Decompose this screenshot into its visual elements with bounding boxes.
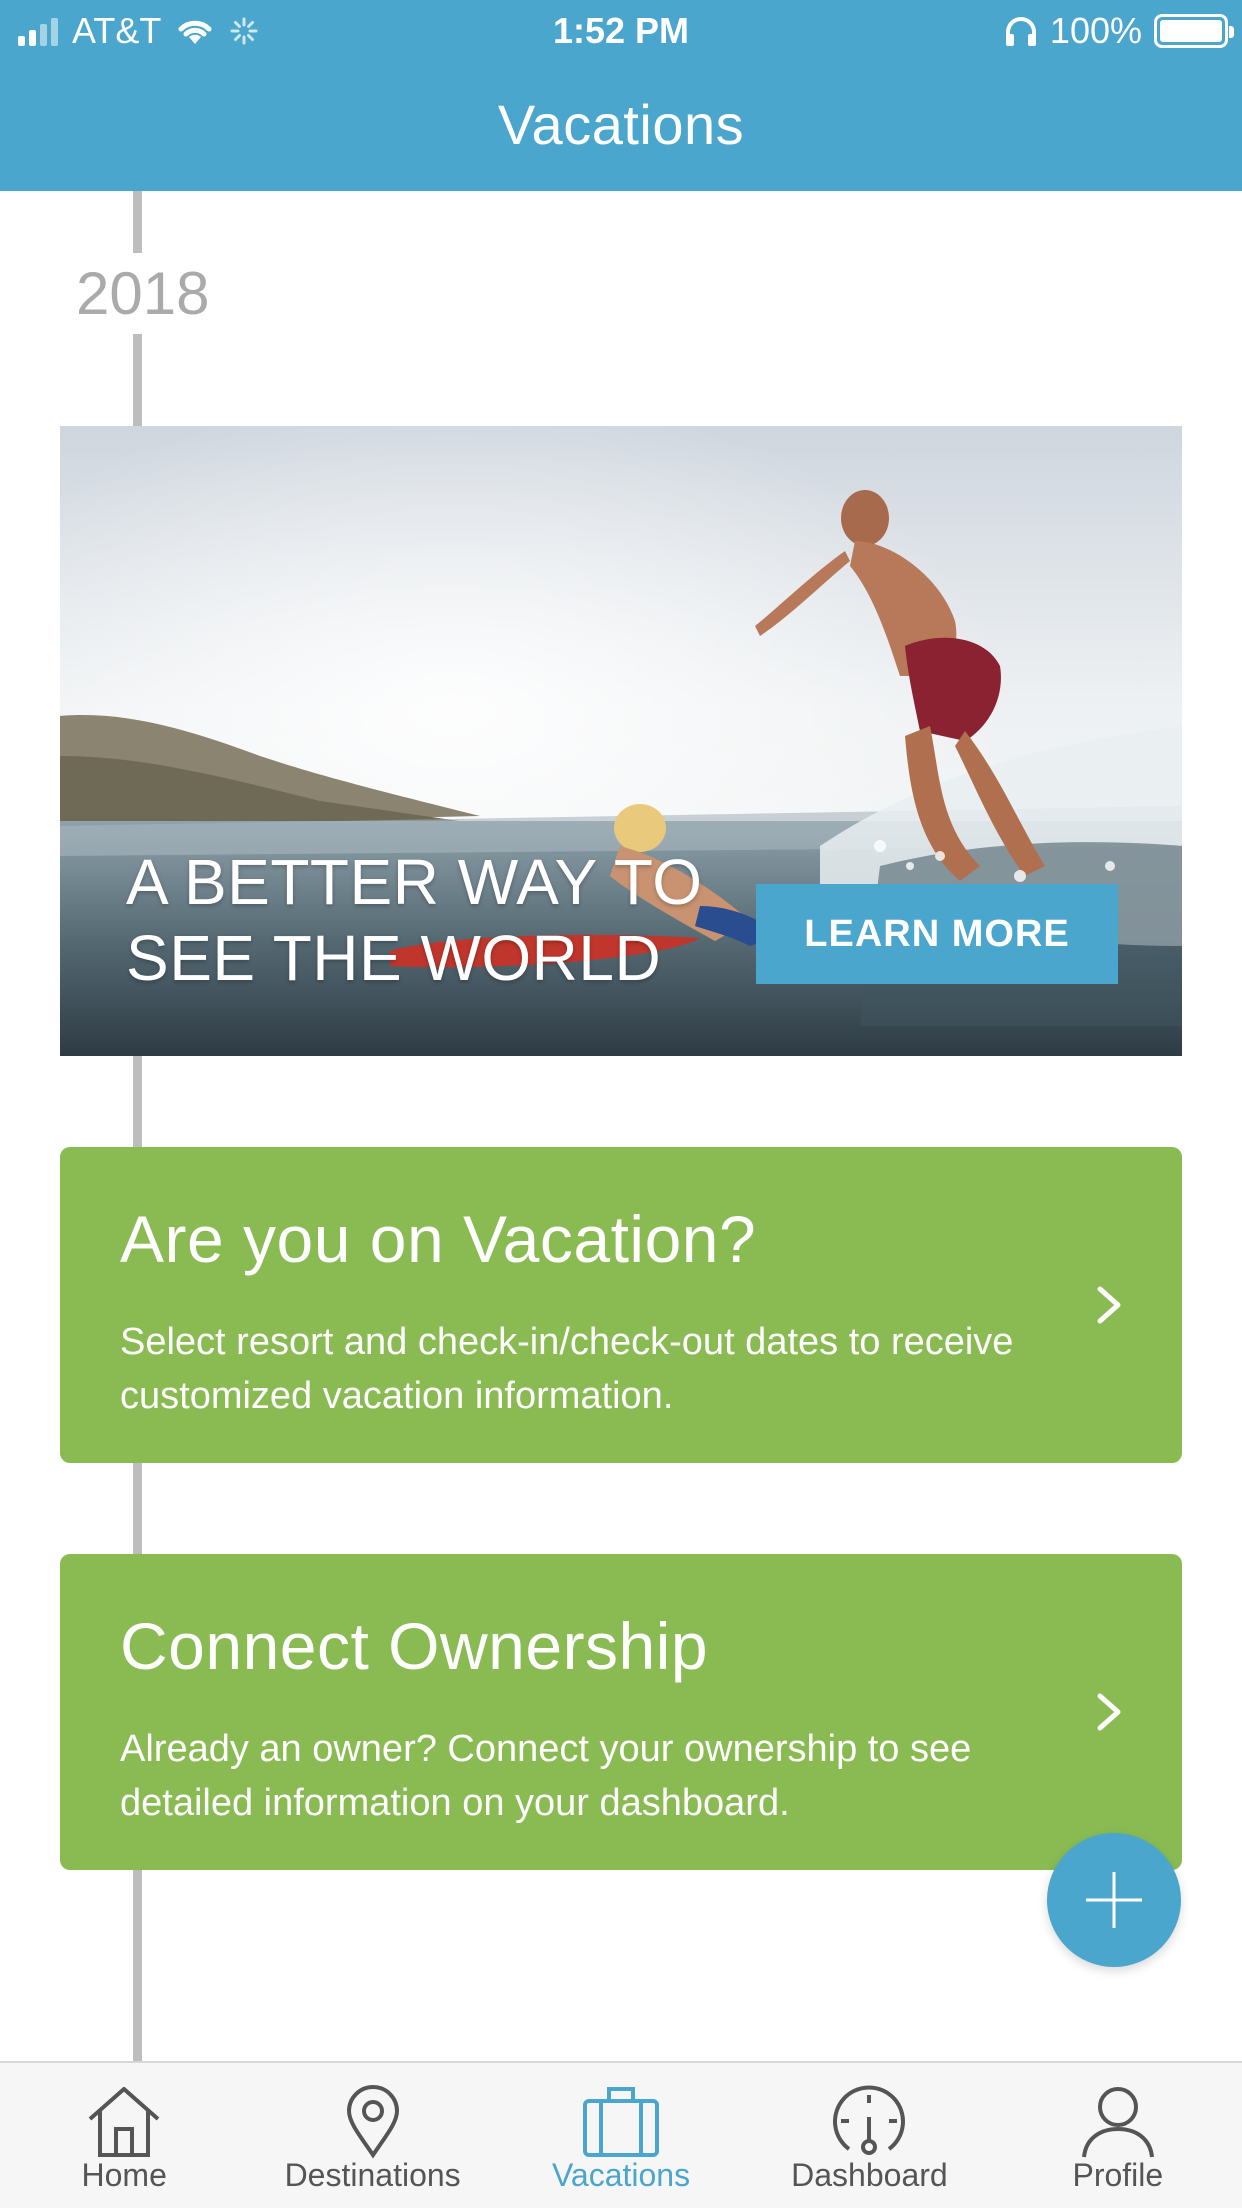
map-pin-icon: [346, 2085, 399, 2159]
tab-label: Home: [81, 2157, 167, 2193]
person-icon: [1081, 2087, 1154, 2158]
tab-dashboard[interactable]: Dashboard: [745, 2063, 993, 2208]
add-button[interactable]: [1047, 1833, 1181, 1967]
chevron-right-icon: [1097, 1693, 1121, 1731]
tab-bar: Home Destinations Vacations Dashboard Pr…: [0, 2061, 1242, 2208]
home-icon: [88, 2087, 160, 2157]
promo-headline: A BETTER WAY TO SEE THE WORLD: [126, 844, 766, 996]
app-header: AT&T 1:52 PM 100% Vacations: [0, 0, 1242, 191]
tab-label: Dashboard: [791, 2157, 948, 2193]
suitcase-icon: [583, 2087, 660, 2157]
chevron-right-icon: [1097, 1286, 1121, 1324]
gauge-icon: [833, 2085, 906, 2155]
battery-percent: 100%: [1049, 10, 1142, 51]
promo-headline-line1: A BETTER WAY TO: [126, 846, 703, 918]
tab-label: Profile: [1072, 2157, 1164, 2193]
promo-headline-line2: SEE THE WORLD: [126, 922, 662, 994]
tab-destinations[interactable]: Destinations: [248, 2063, 496, 2208]
promo-banner[interactable]: A BETTER WAY TO SEE THE WORLD LEARN MORE: [60, 426, 1182, 1056]
tab-label: Vacations: [551, 2157, 691, 2193]
card-description: Select resort and check-in/check-out dat…: [120, 1321, 1014, 1417]
status-bar: AT&T 1:52 PM 100%: [0, 0, 1242, 62]
vacation-checkin-card[interactable]: Are you on Vacation? Select resort and c…: [60, 1147, 1182, 1463]
tab-home[interactable]: Home: [0, 2063, 248, 2208]
tab-label: Destinations: [284, 2157, 461, 2193]
plus-icon: [1086, 1872, 1142, 1928]
learn-more-button[interactable]: LEARN MORE: [756, 884, 1118, 984]
card-title: Are you on Vacation?: [120, 1202, 757, 1276]
timeline-year: 2018: [76, 253, 210, 334]
headphones-icon: [1005, 17, 1036, 46]
battery-icon: [1154, 14, 1234, 48]
connect-ownership-card[interactable]: Connect Ownership Already an owner? Conn…: [60, 1554, 1182, 1870]
status-right: 100%: [1004, 10, 1234, 52]
page-title: Vacations: [497, 93, 745, 156]
card-title: Connect Ownership: [120, 1609, 709, 1683]
card-description: Already an owner? Connect your ownership…: [120, 1728, 972, 1824]
tab-vacations[interactable]: Vacations: [497, 2063, 745, 2208]
tab-profile[interactable]: Profile: [994, 2063, 1242, 2208]
